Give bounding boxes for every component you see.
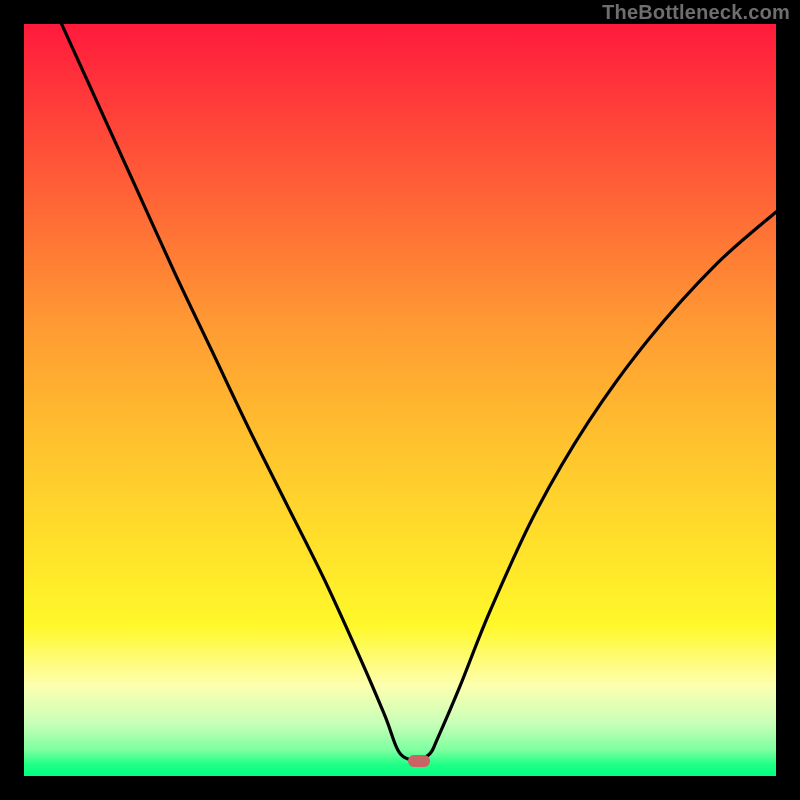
bottleneck-marker — [408, 755, 430, 767]
chart-frame: TheBottleneck.com — [0, 0, 800, 800]
curve-right-branch — [419, 212, 776, 761]
plot-area — [24, 24, 776, 776]
watermark-text: TheBottleneck.com — [602, 2, 790, 25]
bottleneck-curve — [24, 24, 776, 776]
curve-left-branch — [62, 24, 419, 761]
